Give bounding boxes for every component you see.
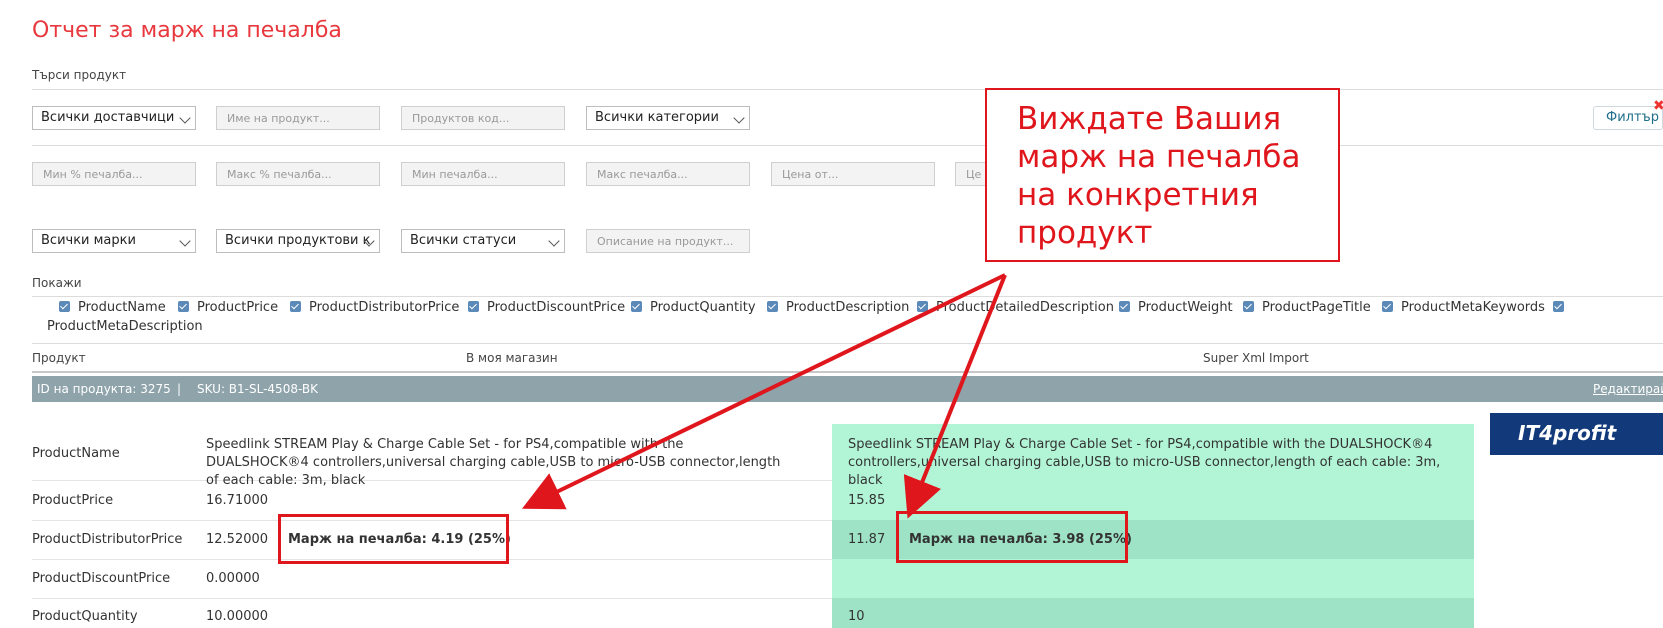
annotation-arrows bbox=[521, 273, 1007, 519]
arrow-to-my-margin bbox=[521, 273, 1006, 510]
arrow-to-import-margin bbox=[903, 274, 1007, 519]
